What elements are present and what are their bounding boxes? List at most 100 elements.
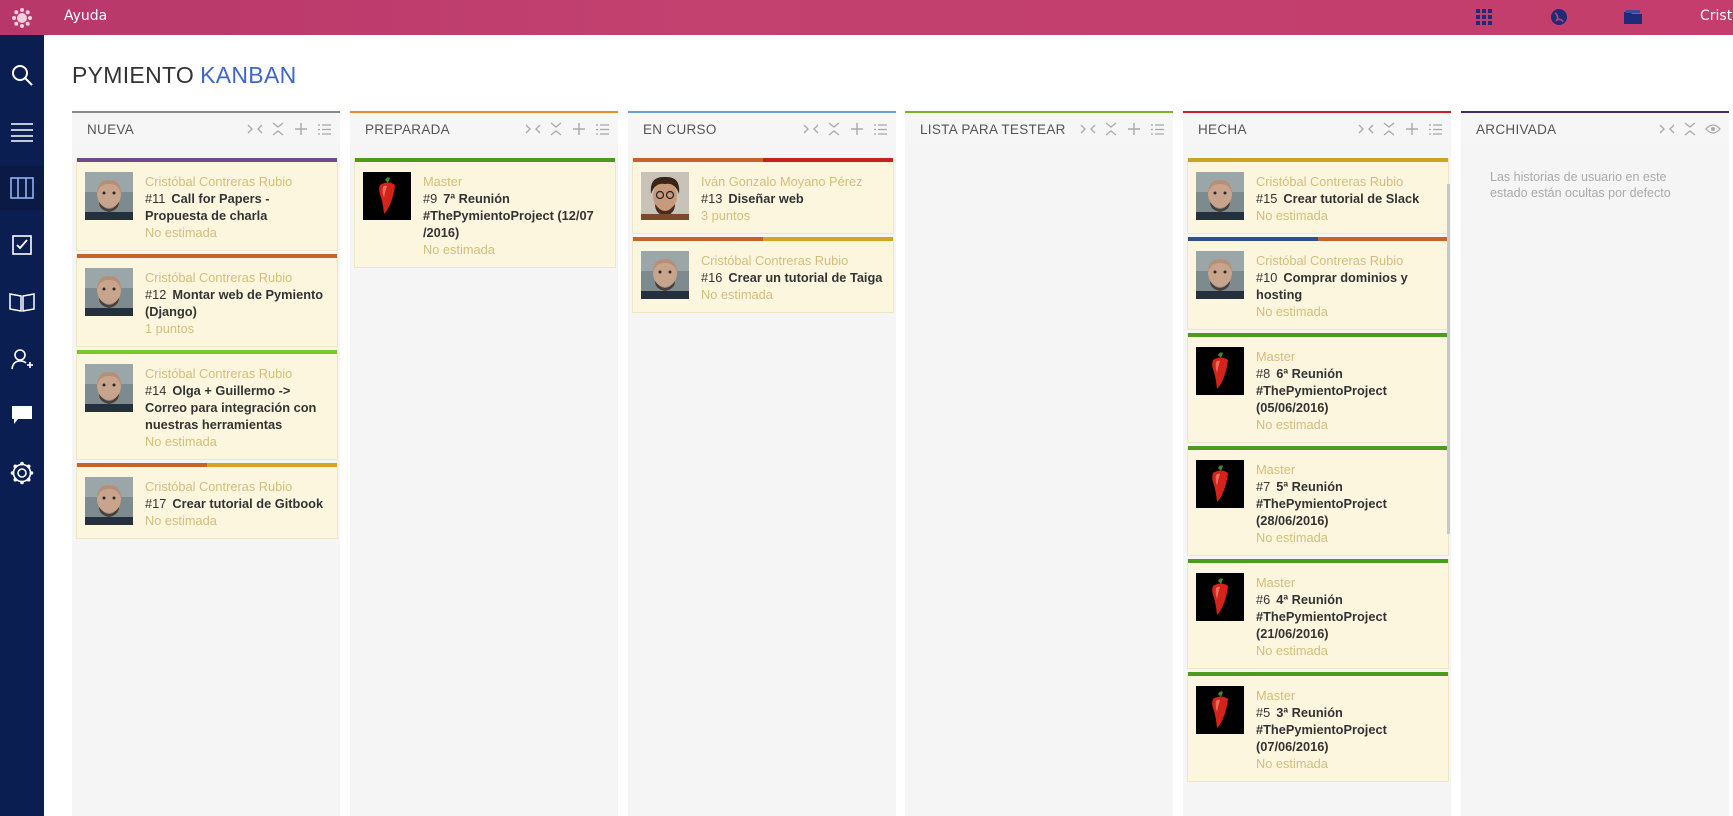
story-ref[interactable]: #16: [701, 270, 722, 285]
story-ref[interactable]: #11: [145, 191, 165, 206]
assigned-user[interactable]: Cristóbal Contreras Rubio: [145, 365, 329, 382]
user-avatar[interactable]: [85, 172, 133, 220]
user-avatar[interactable]: [641, 172, 689, 220]
add-story-icon[interactable]: [293, 121, 309, 137]
user-avatar[interactable]: [85, 477, 133, 525]
pepper-avatar[interactable]: [1196, 460, 1244, 508]
bulk-add-icon[interactable]: [1427, 121, 1443, 137]
user-story-card[interactable]: Master #6 4ª Reunión #ThePymientoProject (…: [1187, 559, 1449, 669]
show-archived-icon[interactable]: [1705, 121, 1721, 137]
team-icon[interactable]: [0, 337, 44, 381]
story-ref[interactable]: #15: [1256, 191, 1277, 206]
story-ref[interactable]: #6: [1256, 592, 1270, 607]
collapse-column-icon[interactable]: [548, 121, 564, 137]
story-subject[interactable]: Comprar dominios y hosting: [1256, 270, 1408, 302]
add-story-icon[interactable]: [849, 121, 865, 137]
search-icon[interactable]: [0, 53, 44, 97]
bulk-add-icon[interactable]: [872, 121, 888, 137]
story-ref[interactable]: #13: [701, 191, 722, 206]
assigned-user[interactable]: Master: [1256, 461, 1440, 478]
story-subject[interactable]: Crear un tutorial de Taiga: [728, 270, 882, 285]
assigned-user[interactable]: Cristóbal Contreras Rubio: [701, 252, 885, 269]
story-subject[interactable]: 3ª Reunión #ThePymientoProject (07/06/20…: [1256, 705, 1387, 754]
assigned-user[interactable]: Cristóbal Contreras Rubio: [145, 173, 329, 190]
add-story-icon[interactable]: [1126, 121, 1142, 137]
user-menu[interactable]: Cristóbal: [1700, 8, 1733, 24]
globe-icon[interactable]: [1549, 7, 1569, 27]
story-ref[interactable]: #12: [145, 287, 166, 302]
add-story-icon[interactable]: [1404, 121, 1420, 137]
fold-column-icon[interactable]: [803, 121, 819, 137]
collapse-column-icon[interactable]: [826, 121, 842, 137]
fold-column-icon[interactable]: [247, 121, 263, 137]
story-ref[interactable]: #17: [145, 496, 166, 511]
story-subject[interactable]: Olga + Guillermo -> Correo para integrac…: [145, 383, 316, 432]
add-story-icon[interactable]: [571, 121, 587, 137]
pepper-avatar[interactable]: [1196, 347, 1244, 395]
assigned-user[interactable]: Master: [1256, 687, 1440, 704]
pepper-avatar[interactable]: [1196, 686, 1244, 734]
user-avatar[interactable]: [85, 364, 133, 412]
user-story-card[interactable]: Cristóbal Contreras Rubio #17 Crear tutori…: [76, 463, 338, 539]
help-link[interactable]: Ayuda: [64, 8, 107, 24]
user-story-card[interactable]: Cristóbal Contreras Rubio #10 Comprar domi…: [1187, 237, 1449, 330]
story-subject[interactable]: 5ª Reunión #ThePymientoProject (28/06/20…: [1256, 479, 1387, 528]
user-avatar[interactable]: [641, 251, 689, 299]
user-story-card[interactable]: Cristóbal Contreras Rubio #14 Olga + Guill…: [76, 350, 338, 460]
story-subject[interactable]: Crear tutorial de Gitbook: [172, 496, 323, 511]
assigned-user[interactable]: Cristóbal Contreras Rubio: [145, 269, 329, 286]
collapse-column-icon[interactable]: [270, 121, 286, 137]
column-scrollbar[interactable]: [1447, 184, 1450, 534]
user-avatar[interactable]: [85, 268, 133, 316]
user-avatar[interactable]: [1196, 172, 1244, 220]
apps-grid-icon[interactable]: [1474, 7, 1494, 27]
assigned-user[interactable]: Master: [1256, 574, 1440, 591]
story-subject[interactable]: 6ª Reunión #ThePymientoProject (05/06/20…: [1256, 366, 1387, 415]
assigned-user[interactable]: Cristóbal Contreras Rubio: [1256, 173, 1440, 190]
user-story-card[interactable]: Iván Gonzalo Moyano Pérez #13 Diseñar web 3…: [632, 158, 894, 234]
backlog-icon[interactable]: [0, 110, 44, 154]
user-story-card[interactable]: Master #9 7ª Reunión #ThePymientoProject (…: [354, 158, 616, 268]
user-story-card[interactable]: Master #8 6ª Reunión #ThePymientoProject (…: [1187, 333, 1449, 443]
assigned-user[interactable]: Cristóbal Contreras Rubio: [1256, 252, 1440, 269]
user-story-card[interactable]: Cristóbal Contreras Rubio #12 Montar web d…: [76, 254, 338, 347]
settings-icon[interactable]: [0, 451, 44, 495]
assigned-user[interactable]: Cristóbal Contreras Rubio: [145, 478, 329, 495]
assigned-user[interactable]: Iván Gonzalo Moyano Pérez: [701, 173, 885, 190]
story-ref[interactable]: #5: [1256, 705, 1270, 720]
pepper-avatar[interactable]: [363, 172, 411, 220]
user-story-card[interactable]: Cristóbal Contreras Rubio #15 Crear tutori…: [1187, 158, 1449, 234]
collapse-column-icon[interactable]: [1103, 121, 1119, 137]
story-subject[interactable]: 7ª Reunión #ThePymientoProject (12/07 /2…: [423, 191, 594, 240]
collapse-column-icon[interactable]: [1682, 121, 1698, 137]
issues-icon[interactable]: [0, 223, 44, 267]
story-subject[interactable]: Montar web de Pymiento (Django): [145, 287, 323, 319]
kanban-icon[interactable]: [0, 166, 44, 210]
assigned-user[interactable]: Master: [1256, 348, 1440, 365]
wiki-icon[interactable]: [0, 280, 44, 324]
story-subject[interactable]: 4ª Reunión #ThePymientoProject (21/06/20…: [1256, 592, 1387, 641]
assigned-user[interactable]: Master: [423, 173, 607, 190]
fold-column-icon[interactable]: [525, 121, 541, 137]
pepper-avatar[interactable]: [1196, 573, 1244, 621]
story-ref[interactable]: #7: [1256, 479, 1270, 494]
story-subject[interactable]: Diseñar web: [728, 191, 803, 206]
bulk-add-icon[interactable]: [1149, 121, 1165, 137]
user-story-card[interactable]: Cristóbal Contreras Rubio #11 Call for Pap…: [76, 158, 338, 251]
user-story-card[interactable]: Cristóbal Contreras Rubio #16 Crear un tut…: [632, 237, 894, 313]
fold-column-icon[interactable]: [1080, 121, 1096, 137]
story-ref[interactable]: #8: [1256, 366, 1270, 381]
folder-icon[interactable]: [1623, 7, 1643, 27]
user-story-card[interactable]: Master #5 3ª Reunión #ThePymientoProject (…: [1187, 672, 1449, 782]
bulk-add-icon[interactable]: [594, 121, 610, 137]
user-avatar[interactable]: [1196, 251, 1244, 299]
story-ref[interactable]: #9: [423, 191, 437, 206]
story-ref[interactable]: #14: [145, 383, 166, 398]
story-ref[interactable]: #10: [1256, 270, 1277, 285]
user-story-card[interactable]: Master #7 5ª Reunión #ThePymientoProject (…: [1187, 446, 1449, 556]
fold-column-icon[interactable]: [1659, 121, 1675, 137]
chat-icon[interactable]: [0, 393, 44, 437]
bulk-add-icon[interactable]: [316, 121, 332, 137]
collapse-column-icon[interactable]: [1381, 121, 1397, 137]
logo-icon[interactable]: [0, 0, 44, 35]
